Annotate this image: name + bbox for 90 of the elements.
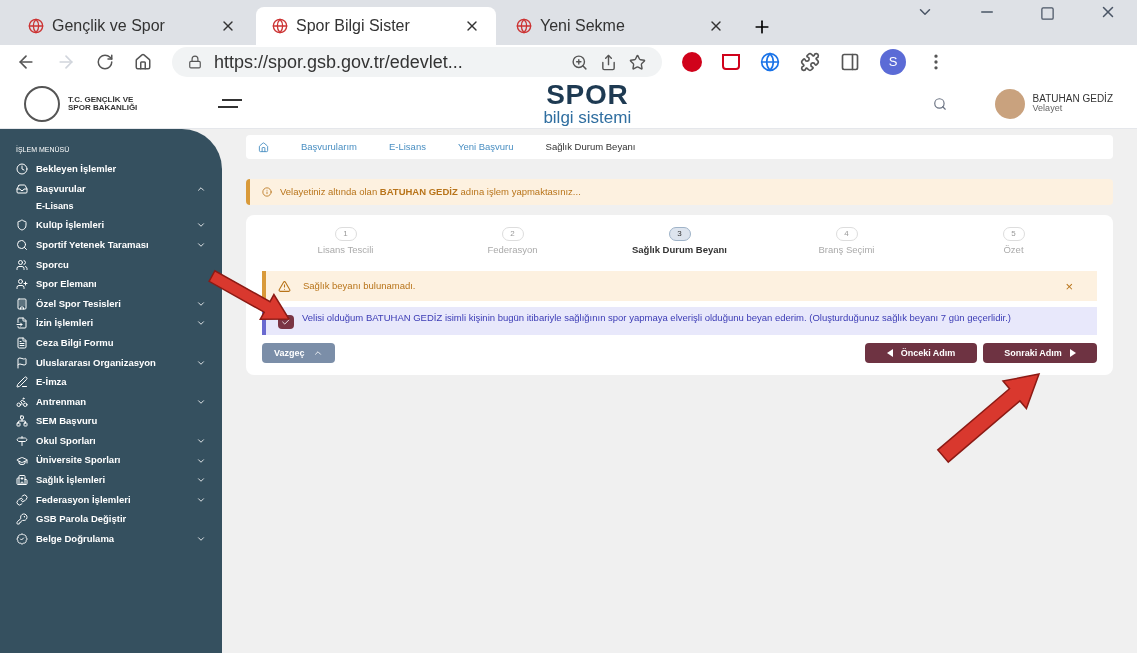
menu-item-icon [16, 239, 28, 252]
right-triangle-icon [1069, 349, 1076, 358]
sidebar-item[interactable]: Başvurular [16, 179, 206, 199]
menu-item-icon [16, 163, 28, 176]
menu-item-icon [16, 278, 28, 291]
sidebar-item[interactable]: Sporcu [16, 254, 206, 275]
notice-text: Velayetiniz altında olan BATUHAN GEDİZ adına işlem yapmaktasınız... [280, 184, 581, 199]
menu-toggle-icon[interactable] [218, 97, 242, 110]
breadcrumb-current: Sağlık Durum Beyanı [545, 139, 636, 154]
declaration-text: Velisi olduğum BATUHAN GEDİZ isimli kişinin bugün itibariyle sağlığının spor yapmaya elverişli olduğunu beyan ederim. (Oluşturduğunuz sağlık beyanı 7 gün geçerlidir.) [302, 313, 1011, 324]
extension-icon[interactable] [682, 52, 702, 72]
menu-item-icon [16, 533, 28, 545]
info-icon [262, 187, 272, 197]
previous-step-button[interactable]: Önceki Adım [865, 343, 977, 364]
ministry-emblem-icon [24, 85, 60, 122]
chevron-down-icon [196, 436, 206, 446]
site-icon [28, 18, 44, 34]
menu-item-icon [16, 337, 28, 350]
browser-tab[interactable]: Spor Bilgi Sister [256, 7, 496, 45]
tab-title: Yeni Sekme [540, 16, 626, 36]
sidebar-item[interactable]: Federasyon İşlemleri [16, 490, 206, 510]
menu-item-icon [16, 317, 28, 330]
browser-tab[interactable]: Yeni Sekme [500, 7, 740, 45]
breadcrumb-link[interactable]: Başvurularım [301, 139, 357, 155]
menu-item-icon [16, 395, 28, 408]
breadcrumb-link[interactable]: Yeni Başvuru [457, 139, 514, 155]
menu-item-icon [16, 182, 28, 195]
sidebar-item[interactable]: İzin İşlemleri [16, 313, 206, 334]
share-icon[interactable] [600, 53, 617, 71]
zoom-icon[interactable] [571, 53, 588, 71]
sidebar-item[interactable]: Antrenman [16, 392, 206, 412]
menu-item-icon [16, 474, 28, 487]
user-role: Velayet [1032, 104, 1064, 113]
sidebar-subitem[interactable]: E-Lisans [16, 198, 206, 216]
left-triangle-icon [886, 349, 893, 358]
browser-tab[interactable]: Gençlik ve Spor [12, 7, 252, 45]
profile-avatar[interactable]: S [880, 49, 906, 75]
sidebar-item[interactable]: Sağlık İşlemleri [16, 470, 206, 490]
side-panel-icon[interactable] [840, 52, 860, 72]
url-text: https://spor.gsb.gov.tr/edevlet... [214, 50, 464, 74]
menu-item-icon [16, 219, 28, 232]
site-icon [516, 18, 532, 34]
user-name: BATUHAN GEDİZ [1032, 94, 1113, 104]
search-icon[interactable] [932, 96, 947, 111]
menu-item-icon [16, 415, 28, 428]
lock-icon [188, 55, 202, 69]
close-alert-button[interactable]: × [1065, 276, 1073, 296]
sidebar-item[interactable]: Bekleyen İşlemler [16, 159, 206, 180]
star-icon[interactable] [629, 53, 646, 71]
menu-item-icon [16, 435, 28, 447]
wizard-step[interactable]: 3 Sağlık Durum Beyanı [596, 227, 763, 258]
menu-item-icon [16, 513, 28, 526]
menu-item-icon [16, 493, 28, 506]
menu-item-icon [16, 297, 28, 310]
site-icon [272, 18, 288, 34]
tab-title: Gençlik ve Spor [52, 16, 166, 36]
menu-item-icon [16, 356, 28, 369]
menu-item-icon [16, 454, 28, 467]
logo-title: SPOR [546, 81, 629, 109]
check-icon [281, 317, 291, 328]
logo-subtitle: bilgi sistemi [543, 109, 632, 126]
warning-text: Sağlık beyanı bulunamadı. [303, 279, 417, 294]
extension-icon[interactable] [722, 54, 740, 70]
sidebar-item[interactable]: Ceza Bilgi Formu [16, 333, 206, 353]
next-step-button[interactable]: Sonraki Adım [983, 343, 1097, 364]
ministry-name: SPOR BAKANLIĞI [68, 103, 139, 112]
menu-item-icon [16, 258, 28, 271]
sidebar-item[interactable]: Uluslararası Organizasyon [16, 352, 206, 373]
sidebar-item[interactable]: Sportif Yetenek Taraması [16, 235, 206, 255]
sidebar-item[interactable]: SEM Başvuru [16, 411, 206, 432]
sidebar-item[interactable]: Spor Elemanı [16, 274, 206, 295]
sidebar-item[interactable]: Kulüp İşlemleri [16, 215, 206, 236]
sidebar-item[interactable]: Üniversite Sporları [16, 450, 206, 471]
address-bar[interactable]: https://spor.gsb.gov.tr/edevlet... [172, 47, 662, 77]
menu-item-icon [16, 376, 28, 389]
warning-icon [278, 279, 291, 293]
ministry-name: T.C. GENÇLİK VE [68, 95, 134, 104]
chevron-down-icon [196, 534, 206, 544]
sidebar-item[interactable]: GSB Parola Değiştir [16, 509, 206, 530]
puzzle-icon[interactable] [800, 52, 820, 72]
globe-icon[interactable] [760, 52, 780, 72]
reload-icon[interactable] [96, 53, 114, 71]
sidebar-item[interactable]: Okul Sporları [16, 431, 206, 451]
tab-title: Spor Bilgi Sister [296, 16, 411, 36]
sidebar-item[interactable]: Özel Spor Tesisleri [16, 294, 206, 314]
breadcrumb-link[interactable]: E-Lisans [388, 139, 426, 155]
sidebar-item[interactable]: Belge Doğrulama [16, 529, 206, 549]
sidebar-item[interactable]: E-İmza [16, 372, 206, 393]
maximize-icon[interactable] [1040, 6, 1055, 21]
home-icon[interactable] [134, 53, 152, 71]
